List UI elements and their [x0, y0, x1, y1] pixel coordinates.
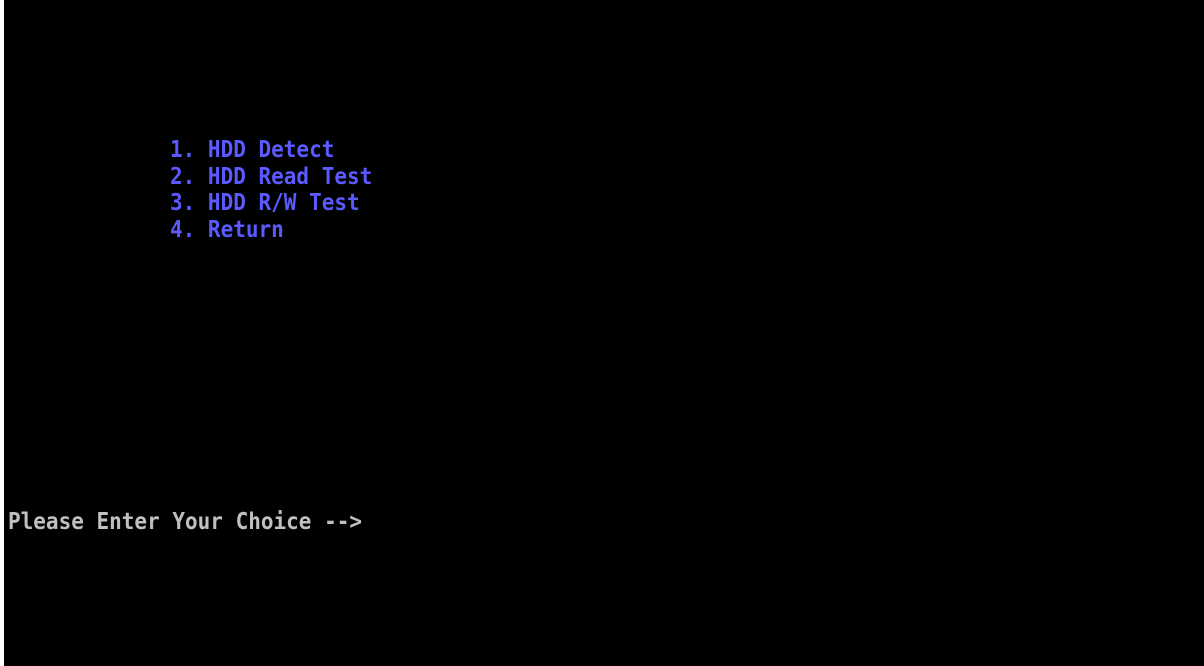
menu-item-return[interactable]: 4. Return: [170, 214, 372, 244]
choice-input[interactable]: [372, 507, 391, 535]
choice-prompt: Please Enter Your Choice -->: [8, 505, 391, 536]
hdd-test-menu: 1. HDD Detect 2. HDD Read Test 3. HDD R/…: [170, 136, 372, 242]
prompt-label: Please Enter Your Choice -->: [8, 507, 363, 535]
menu-item-hdd-rw-test[interactable]: 3. HDD R/W Test: [170, 187, 372, 217]
menu-item-hdd-detect[interactable]: 1. HDD Detect: [170, 134, 372, 164]
menu-item-hdd-read-test[interactable]: 2. HDD Read Test: [170, 161, 372, 191]
terminal-screen: 1. HDD Detect 2. HDD Read Test 3. HDD R/…: [4, 0, 1204, 666]
